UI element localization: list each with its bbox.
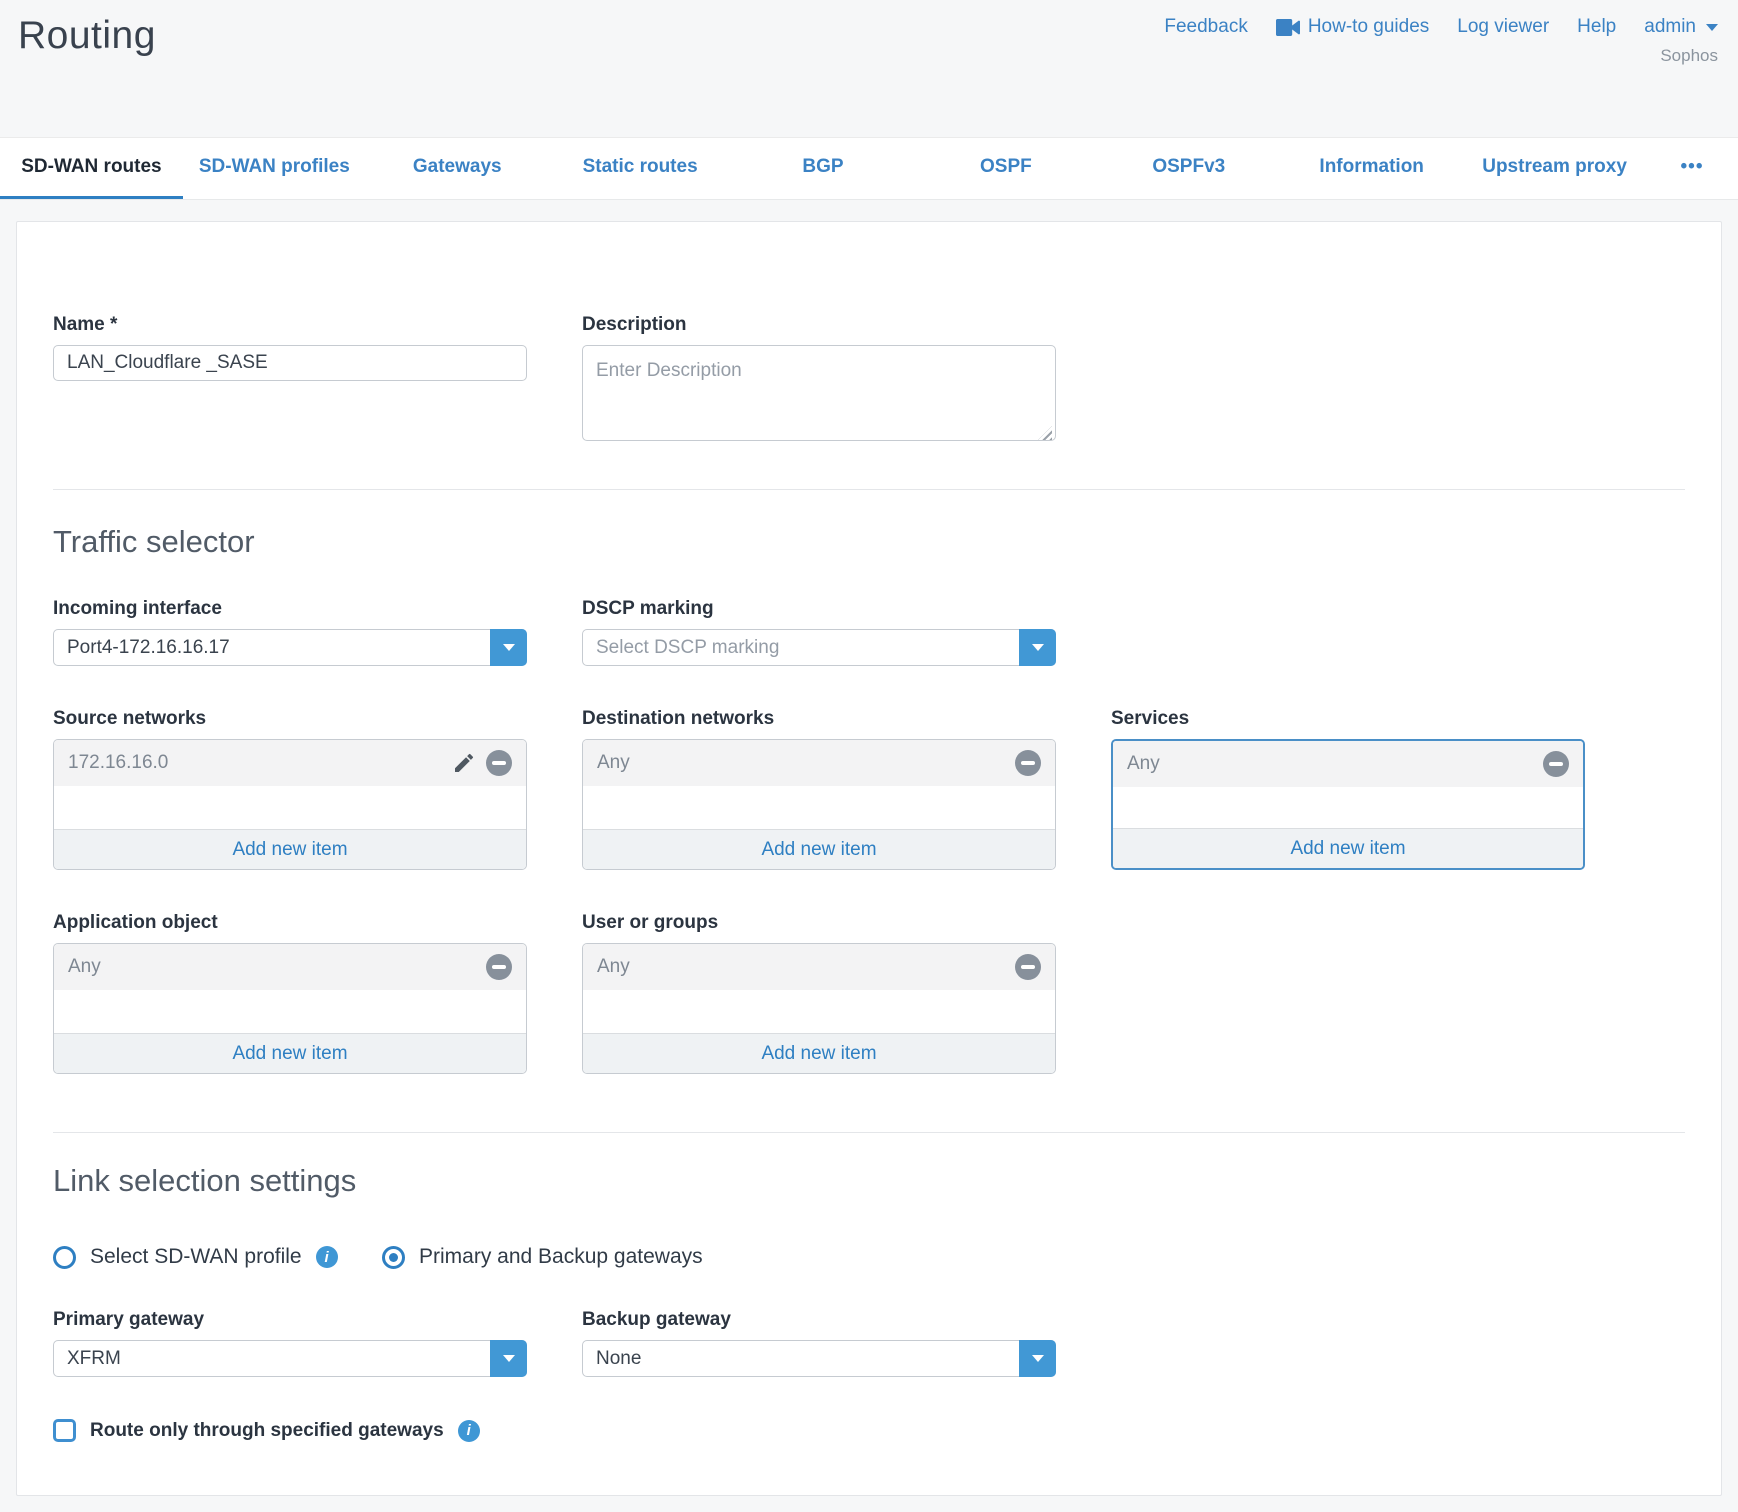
sdwan-route-form-card: Name * Description Traffic selector Inco… [16, 221, 1722, 1496]
info-icon[interactable]: i [458, 1420, 480, 1442]
user-menu[interactable]: admin [1644, 16, 1718, 38]
tab-more[interactable]: ••• [1646, 138, 1738, 199]
remove-item-icon[interactable] [1015, 750, 1041, 776]
list-empty-area [583, 990, 1055, 1033]
list-item: Any [583, 740, 1055, 786]
add-new-item-button[interactable]: Add new item [583, 1033, 1055, 1073]
tab-information[interactable]: Information [1280, 138, 1463, 199]
tab-gateways[interactable]: Gateways [366, 138, 549, 199]
dropdown-button[interactable] [490, 1340, 527, 1377]
edit-pencil-icon[interactable] [452, 751, 476, 775]
chevron-down-icon [503, 644, 515, 651]
list-empty-area [54, 786, 526, 829]
remove-item-icon[interactable] [486, 750, 512, 776]
sdwan-profile-radio-label: Select SD-WAN profile [90, 1245, 302, 1269]
backup-gateway-select[interactable]: None [582, 1340, 1056, 1377]
description-label: Description [582, 314, 1056, 336]
tab-upstream-proxy[interactable]: Upstream proxy [1463, 138, 1646, 199]
chevron-down-icon [503, 1355, 515, 1362]
page-title: Routing [18, 14, 156, 137]
page-header: Routing Feedback How-to guides Log viewe… [0, 0, 1738, 137]
chevron-down-icon [1706, 24, 1718, 31]
dropdown-button[interactable] [1019, 629, 1056, 666]
primary-gateway-select[interactable]: XFRM [53, 1340, 527, 1377]
application-object-box: Any Add new item [53, 943, 527, 1074]
howto-guides-link[interactable]: How-to guides [1276, 16, 1429, 38]
dscp-marking-select[interactable]: Select DSCP marking [582, 629, 1056, 666]
divider [53, 1132, 1685, 1133]
tab-sdwan-routes[interactable]: SD-WAN routes [0, 138, 183, 199]
user-or-groups-label: User or groups [582, 912, 1056, 934]
add-new-item-button[interactable]: Add new item [583, 829, 1055, 869]
destination-networks-box: Any Add new item [582, 739, 1056, 870]
primary-gateway-label: Primary gateway [53, 1309, 527, 1331]
routing-tabbar: SD-WAN routes SD-WAN profiles Gateways S… [0, 137, 1738, 200]
tab-bgp[interactable]: BGP [732, 138, 915, 199]
remove-item-icon[interactable] [1015, 954, 1041, 980]
list-empty-area [583, 786, 1055, 829]
primary-backup-radio-label: Primary and Backup gateways [419, 1245, 703, 1269]
source-networks-label: Source networks [53, 708, 527, 730]
list-item: 172.16.16.0 [54, 740, 526, 786]
dscp-marking-label: DSCP marking [582, 598, 1056, 620]
top-nav: Feedback How-to guides Log viewer Help a… [1164, 16, 1718, 137]
link-selection-heading: Link selection settings [53, 1163, 1685, 1199]
incoming-interface-select[interactable]: Port4-172.16.16.17 [53, 629, 527, 666]
info-icon[interactable]: i [316, 1246, 338, 1268]
chevron-down-icon [1032, 644, 1044, 651]
route-only-checkbox-label: Route only through specified gateways [90, 1420, 444, 1442]
tab-sdwan-profiles[interactable]: SD-WAN profiles [183, 138, 366, 199]
name-label: Name * [53, 314, 527, 336]
list-empty-area [54, 990, 526, 1033]
video-camera-icon [1276, 19, 1300, 36]
primary-backup-radio[interactable] [382, 1246, 405, 1269]
services-label: Services [1111, 708, 1585, 730]
tab-static-routes[interactable]: Static routes [549, 138, 732, 199]
services-box: Any Add new item [1111, 739, 1585, 870]
route-only-checkbox[interactable] [53, 1419, 76, 1442]
add-new-item-button[interactable]: Add new item [54, 1033, 526, 1073]
log-viewer-link[interactable]: Log viewer [1457, 16, 1549, 38]
dropdown-button[interactable] [1019, 1340, 1056, 1377]
traffic-selector-heading: Traffic selector [53, 524, 1685, 560]
user-or-groups-box: Any Add new item [582, 943, 1056, 1074]
source-networks-box: 172.16.16.0 Add new item [53, 739, 527, 870]
tab-ospf[interactable]: OSPF [914, 138, 1097, 199]
chevron-down-icon [1032, 1355, 1044, 1362]
incoming-interface-label: Incoming interface [53, 598, 527, 620]
destination-networks-label: Destination networks [582, 708, 1056, 730]
list-item: Any [583, 944, 1055, 990]
add-new-item-button[interactable]: Add new item [1113, 828, 1583, 868]
remove-item-icon[interactable] [486, 954, 512, 980]
list-item: Any [1113, 741, 1583, 787]
list-item: Any [54, 944, 526, 990]
add-new-item-button[interactable]: Add new item [54, 829, 526, 869]
divider [53, 489, 1685, 490]
list-empty-area [1113, 787, 1583, 828]
application-object-label: Application object [53, 912, 527, 934]
remove-item-icon[interactable] [1543, 751, 1569, 777]
feedback-link[interactable]: Feedback [1164, 16, 1247, 38]
dropdown-button[interactable] [490, 629, 527, 666]
description-textarea[interactable] [582, 345, 1056, 441]
sdwan-profile-radio[interactable] [53, 1246, 76, 1269]
brand-label: Sophos [1164, 46, 1718, 66]
tab-ospfv3[interactable]: OSPFv3 [1097, 138, 1280, 199]
name-input[interactable] [53, 345, 527, 381]
backup-gateway-label: Backup gateway [582, 1309, 1056, 1331]
help-link[interactable]: Help [1577, 16, 1616, 38]
